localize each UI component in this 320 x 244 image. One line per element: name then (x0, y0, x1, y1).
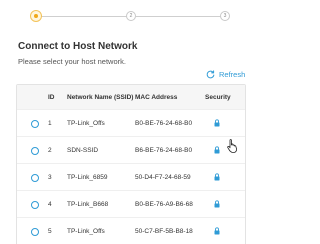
page-subtitle: Please select your host network. (18, 57, 126, 66)
table-row[interactable]: 5 TP-Link_Offs 50-C7-BF-5B-B8-18 (17, 217, 245, 244)
lock-icon (214, 227, 220, 235)
column-header-security: Security (205, 94, 231, 101)
row-id: 5 (48, 228, 52, 235)
row-id: 4 (48, 201, 52, 208)
row-ssid: SDN-SSID (67, 147, 99, 154)
step-1-active (30, 10, 42, 22)
table-row[interactable]: 2 SDN-SSID B6-BE-76-24-68-B0 (17, 136, 245, 163)
select-radio[interactable] (31, 201, 39, 209)
row-ssid: TP-Link_6859 (67, 174, 108, 181)
refresh-label: Refresh (219, 70, 246, 79)
progress-stepper: 2 3 (30, 9, 230, 23)
column-header-ssid: Network Name (SSID) (67, 94, 134, 101)
row-ssid: TP-Link_B668 (67, 201, 109, 208)
lock-icon (214, 173, 220, 181)
table-row[interactable]: 4 TP-Link_B668 B0-BE-76-A9-B6-68 (17, 190, 245, 217)
select-radio[interactable] (31, 120, 39, 128)
hand-cursor-icon (227, 139, 237, 153)
refresh-button[interactable]: Refresh (206, 70, 245, 79)
stepper-line (136, 16, 224, 17)
column-header-id: ID (48, 94, 55, 101)
select-radio[interactable] (31, 147, 39, 155)
step-2: 2 (126, 11, 136, 21)
table-header: ID Network Name (SSID) MAC Address Secur… (17, 85, 245, 109)
lock-icon (214, 200, 220, 208)
row-id: 1 (48, 120, 52, 127)
refresh-icon (206, 70, 215, 79)
row-ssid: TP-Link_Offs (67, 120, 105, 127)
row-mac: 50-D4-F7-24-68-59 (135, 174, 191, 181)
lock-icon (214, 146, 220, 154)
row-mac: B0-BE-76-A9-B6-68 (135, 201, 193, 208)
table-row[interactable]: 3 TP-Link_6859 50-D4-F7-24-68-59 (17, 163, 245, 190)
row-mac: B6-BE-76-24-68-B0 (135, 147, 193, 154)
row-ssid: TP-Link_Offs (67, 228, 105, 235)
select-radio[interactable] (31, 174, 39, 182)
page-title: Connect to Host Network (18, 41, 138, 52)
column-header-mac: MAC Address (135, 94, 178, 101)
row-id: 2 (48, 147, 52, 154)
row-mac: 50-C7-BF-5B-B8-18 (135, 228, 193, 235)
step-3: 3 (220, 11, 230, 21)
select-radio[interactable] (31, 228, 39, 236)
lock-icon (214, 119, 220, 127)
row-mac: B0-BE-76-24-68-B0 (135, 120, 193, 127)
row-id: 3 (48, 174, 52, 181)
stepper-line (38, 16, 128, 17)
network-table: ID Network Name (SSID) MAC Address Secur… (16, 84, 246, 244)
table-row[interactable]: 1 TP-Link_Offs B0-BE-76-24-68-B0 (17, 109, 245, 136)
